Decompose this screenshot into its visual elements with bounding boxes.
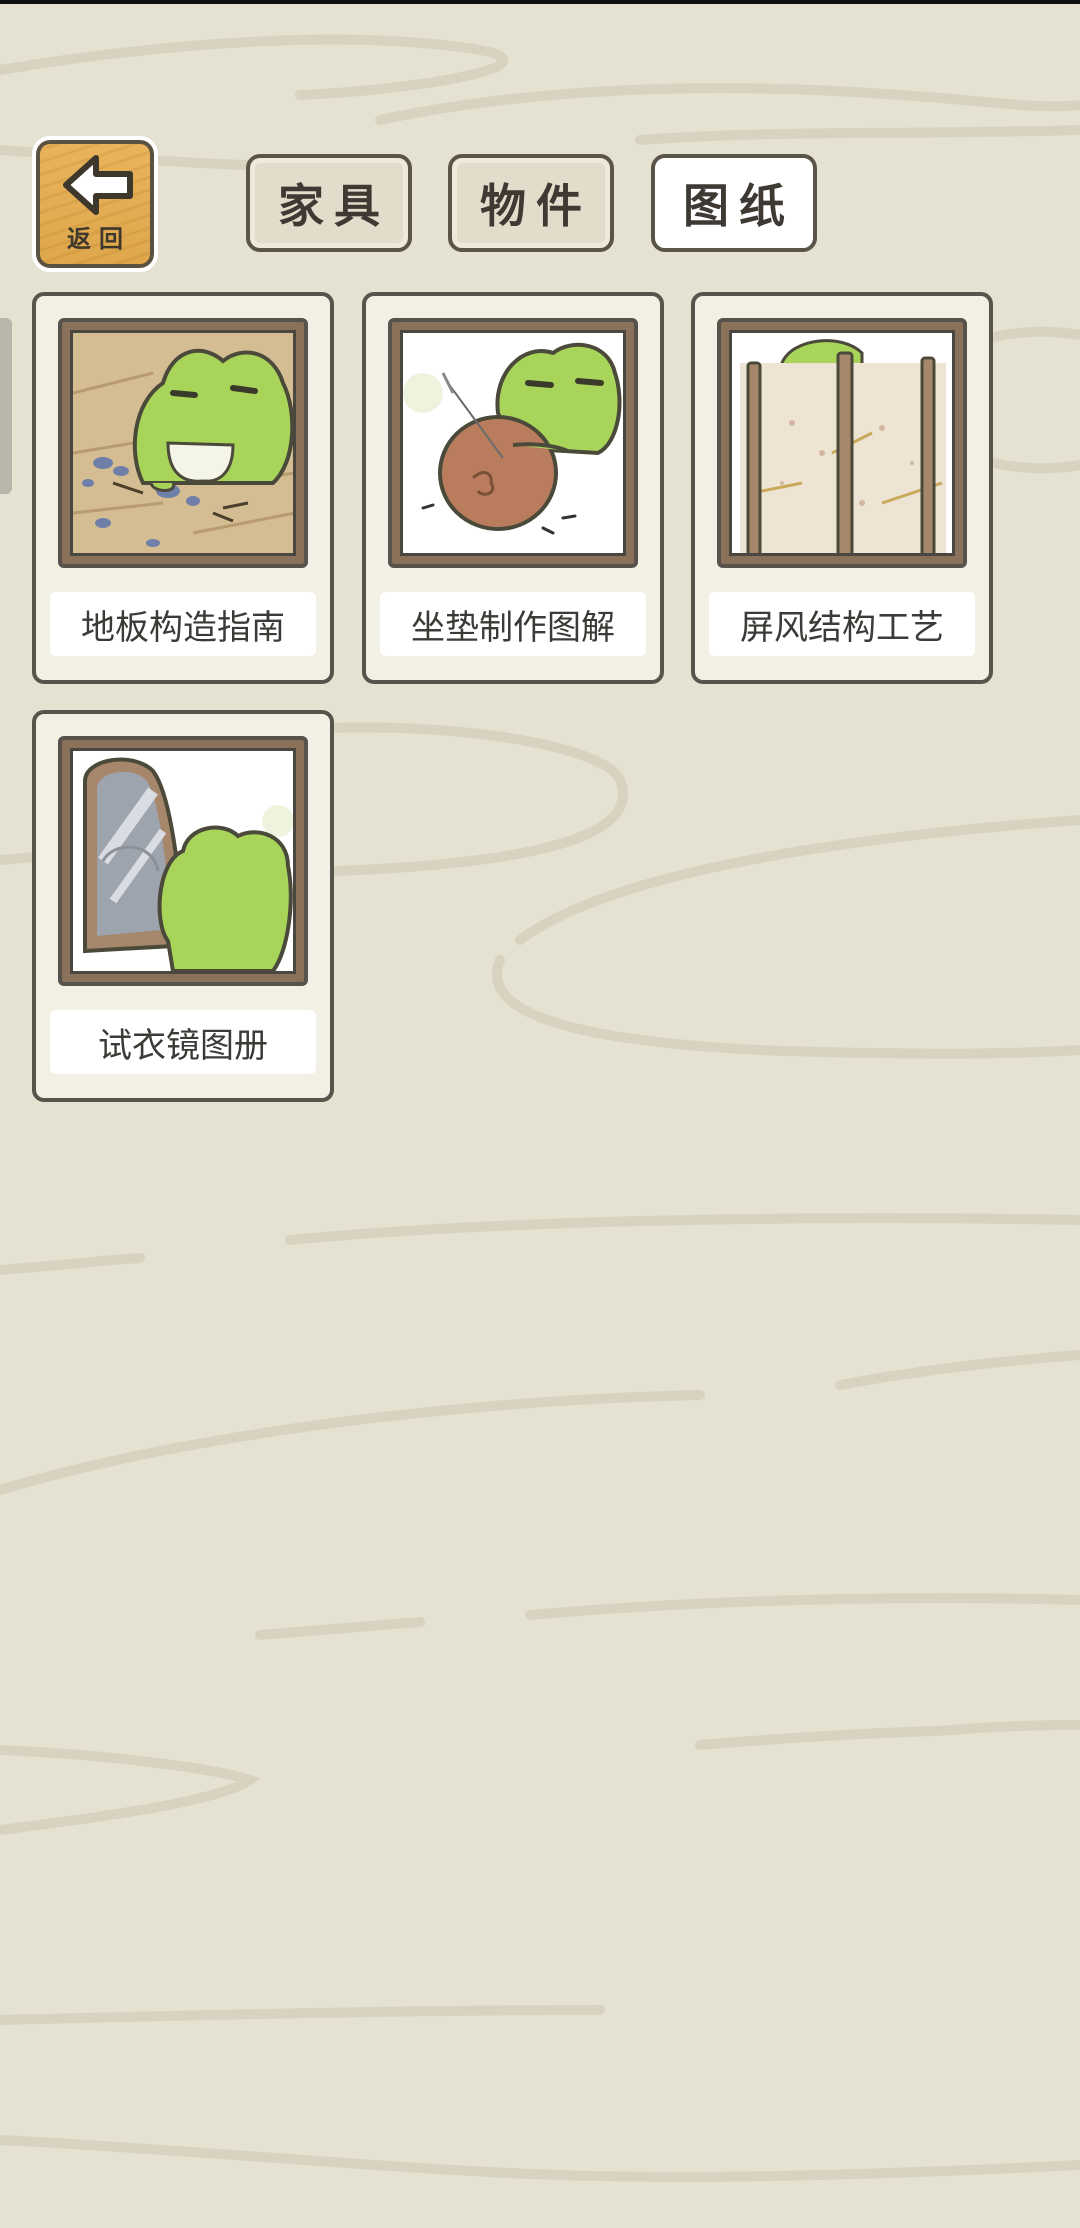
blueprint-name: 坐垫制作图解: [380, 592, 646, 656]
cushion-frog-illustration: [388, 318, 638, 568]
blueprint-card-floor[interactable]: 地板构造指南: [32, 292, 334, 684]
blueprint-card-mirror[interactable]: 试衣镜图册: [32, 710, 334, 1102]
tab-blueprints[interactable]: 图纸: [651, 154, 817, 252]
blueprint-card-screen[interactable]: 屏风结构工艺: [691, 292, 993, 684]
blueprint-card-cushion[interactable]: 坐垫制作图解: [362, 292, 664, 684]
mirror-frog-illustration: [58, 736, 308, 986]
arrow-left-icon: [63, 155, 133, 215]
blueprint-name: 地板构造指南: [50, 592, 316, 656]
screen-frog-illustration: [717, 318, 967, 568]
blueprint-name: 试衣镜图册: [50, 1010, 316, 1074]
tab-objects[interactable]: 物件: [448, 154, 614, 252]
blueprint-name: 屏风结构工艺: [709, 592, 975, 656]
back-button-label: 返回: [67, 225, 131, 253]
side-panel-handle[interactable]: [0, 318, 12, 494]
back-button[interactable]: 返回: [32, 136, 158, 272]
tab-furniture[interactable]: 家具: [246, 154, 412, 252]
floor-frog-illustration: [58, 318, 308, 568]
